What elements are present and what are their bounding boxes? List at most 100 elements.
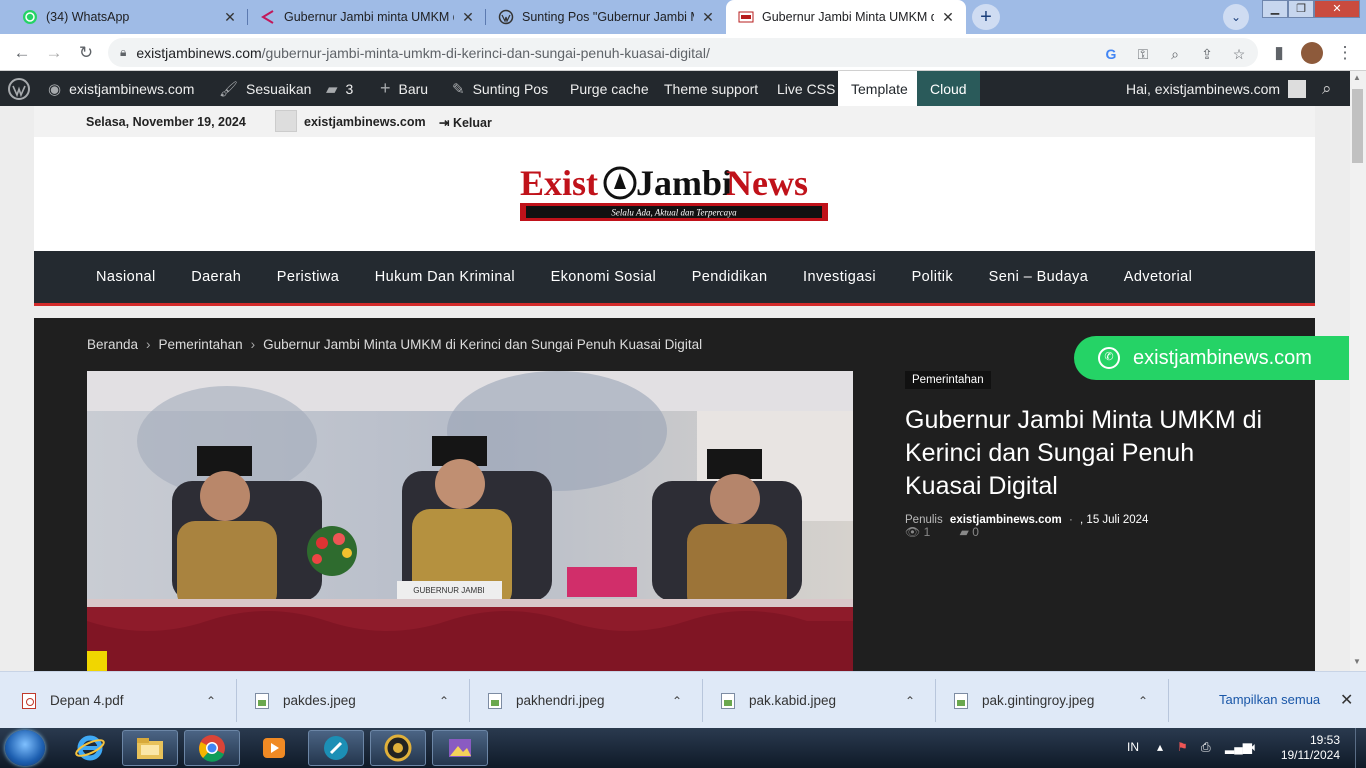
window-close-button[interactable]: ✕ [1314, 0, 1360, 18]
tab-title: Gubernur Jambi minta UMKM di Kerinci [284, 10, 454, 24]
wp-customize-link[interactable]: 🖌︎ Sesuaikan [219, 71, 311, 106]
image-file-icon [721, 692, 735, 709]
nav-hukum-kriminal[interactable]: Hukum Dan Kriminal [375, 269, 515, 285]
close-icon[interactable]: ✕ [222, 9, 238, 26]
close-icon[interactable]: ✕ [460, 9, 476, 26]
wp-theme-support-link[interactable]: Theme support [664, 71, 758, 106]
bookmark-star-icon[interactable]: ☆ [1230, 45, 1248, 63]
pencil-icon: ✎ [452, 80, 465, 98]
forward-arrow-icon[interactable]: → [43, 42, 65, 64]
whatsapp-button-label: existjambinews.com [1133, 346, 1312, 369]
chrome-icon[interactable] [184, 730, 240, 766]
breadcrumb-home[interactable]: Beranda [87, 337, 138, 352]
close-icon[interactable]: ✕ [940, 9, 956, 26]
start-button[interactable] [5, 730, 45, 766]
nav-politik[interactable]: Politik [912, 269, 953, 285]
wp-new-link[interactable]: + Baru [380, 71, 428, 106]
close-icon[interactable]: ✕ [700, 9, 716, 26]
wp-account-link[interactable]: Hai, existjambinews.com [1126, 71, 1307, 106]
chevron-up-icon[interactable]: ⌃ [672, 694, 682, 708]
chevron-up-icon[interactable]: ⌃ [905, 694, 915, 708]
network-signal-icon[interactable]: ▂▄▆ [1225, 740, 1252, 754]
wp-cloud-label: Cloud [930, 80, 967, 97]
download-item[interactable]: pak.gintingroy.jpeg ⌃ [954, 672, 1164, 729]
share-icon[interactable]: ⇪ [1198, 45, 1216, 63]
article-title: Gubernur Jambi Minta UMKM di Kerinci dan… [905, 406, 1263, 500]
scroll-down-icon[interactable]: ▼ [1353, 657, 1361, 666]
wp-site-link[interactable]: ◉ existjambinews.com [48, 71, 194, 106]
minimize-button[interactable]: ▁ [1262, 0, 1288, 18]
wp-edit-post-link[interactable]: ✎ Sunting Pos [452, 71, 548, 106]
download-item[interactable]: pak.kabid.jpeg ⌃ [721, 672, 931, 729]
profile-avatar[interactable] [1301, 42, 1323, 64]
site-logo[interactable]: Exist Jambi News Selalu Ada, Aktual dan … [520, 159, 828, 223]
maximize-button[interactable]: ❐ [1288, 0, 1314, 18]
scrollbar-thumb[interactable] [1352, 89, 1363, 163]
nav-investigasi[interactable]: Investigasi [803, 269, 876, 285]
wp-purge-cache-link[interactable]: Purge cache [570, 71, 649, 106]
breadcrumb-category[interactable]: Pemerintahan [159, 337, 243, 352]
printer-icon[interactable]: ⎙ [1201, 740, 1211, 755]
volume-icon[interactable]: 🔈︎ [1251, 740, 1258, 755]
wp-comments-link[interactable]: ▰ 3 [326, 71, 353, 106]
tab-admin[interactable]: Gubernur Jambi minta UMKM di Kerinci ✕ [248, 0, 486, 34]
dashboard-icon: ◉ [48, 80, 62, 98]
side-panel-icon[interactable]: ▮ [1268, 42, 1290, 64]
page-scrollbar[interactable]: ▲ ▼ [1350, 71, 1366, 671]
editor-app-icon[interactable] [308, 730, 364, 766]
internet-explorer-icon[interactable] [62, 730, 118, 766]
tab-article-active[interactable]: Gubernur Jambi Minta UMKM di Kerinci ✕ [726, 0, 966, 34]
logout-link[interactable]: ⇥ Keluar [439, 115, 492, 130]
reload-icon[interactable]: ↻ [75, 42, 97, 64]
file-explorer-icon[interactable] [122, 730, 178, 766]
nav-daerah[interactable]: Daerah [191, 269, 241, 285]
new-tab-button[interactable]: + [972, 4, 1000, 30]
nav-nasional[interactable]: Nasional [96, 269, 156, 285]
clock[interactable]: 19:53 19/11/2024 [1276, 733, 1340, 763]
download-item[interactable]: Depan 4.pdf ⌃ [22, 672, 232, 729]
download-item[interactable]: pakhendri.jpeg ⌃ [488, 672, 698, 729]
featured-image[interactable]: GUBERNUR JAMBI [87, 371, 853, 671]
download-item[interactable]: pakdes.jpeg ⌃ [255, 672, 465, 729]
category-badge[interactable]: Pemerintahan [905, 371, 991, 389]
tab-title: Gubernur Jambi Minta UMKM di Kerinci [762, 10, 934, 24]
chevron-up-icon[interactable]: ▴ [1157, 740, 1163, 754]
chevron-up-icon[interactable]: ⌃ [1138, 694, 1148, 708]
nav-ekonomi-sosial[interactable]: Ekonomi Sosial [551, 269, 657, 285]
wp-live-css-link[interactable]: Live CSS [777, 71, 835, 106]
nav-pendidikan[interactable]: Pendidikan [692, 269, 768, 285]
scroll-up-icon[interactable]: ▲ [1353, 73, 1361, 82]
media-player-icon[interactable] [246, 730, 302, 766]
show-all-downloads-link[interactable]: Tampilkan semua [1219, 692, 1320, 707]
zoom-icon[interactable]: ⌕ [1166, 45, 1184, 63]
wp-cloud-link[interactable]: Cloud [917, 71, 980, 106]
tab-search-chevron-icon[interactable]: ⌄ [1223, 4, 1249, 30]
tab-whatsapp[interactable]: (34) WhatsApp ✕ [10, 0, 248, 34]
search-icon[interactable]: ⌕ [1322, 71, 1332, 106]
menu-kebab-icon[interactable]: ⋮ [1334, 42, 1356, 64]
tab-edit-post[interactable]: Sunting Pos "Gubernur Jambi Minta ✕ [486, 0, 726, 34]
address-bar[interactable]: 🔒︎ existjambinews.com/gubernur-jambi-min… [108, 38, 1258, 67]
whatsapp-float-button[interactable]: ✆ existjambinews.com [1074, 336, 1349, 380]
chevron-up-icon[interactable]: ⌃ [206, 694, 216, 708]
image-viewer-icon[interactable] [432, 730, 488, 766]
wp-theme-support-label: Theme support [664, 80, 759, 97]
logo-text-news: News [726, 163, 808, 203]
wordpress-logo-icon[interactable] [8, 71, 30, 106]
nav-advetorial[interactable]: Advetorial [1124, 269, 1192, 285]
logged-user-link[interactable]: existjambinews.com [304, 115, 426, 129]
show-desktop-button[interactable] [1355, 728, 1366, 768]
key-icon[interactable]: ⚿ [1134, 45, 1152, 63]
nav-seni-budaya[interactable]: Seni – Budaya [989, 269, 1089, 285]
close-icon[interactable]: ✕ [1340, 690, 1353, 710]
chevron-up-icon[interactable]: ⌃ [439, 694, 449, 708]
video-app-icon[interactable] [370, 730, 426, 766]
brush-icon: 🖌︎ [219, 80, 239, 98]
nav-peristiwa[interactable]: Peristiwa [277, 269, 339, 285]
wp-template-link[interactable]: Template [838, 71, 921, 106]
google-icon[interactable]: G [1102, 45, 1120, 63]
image-file-icon [488, 692, 502, 709]
security-alert-icon[interactable]: ⚑ [1177, 740, 1188, 754]
back-arrow-icon[interactable]: ← [11, 42, 33, 64]
language-indicator[interactable]: IN [1127, 740, 1139, 754]
